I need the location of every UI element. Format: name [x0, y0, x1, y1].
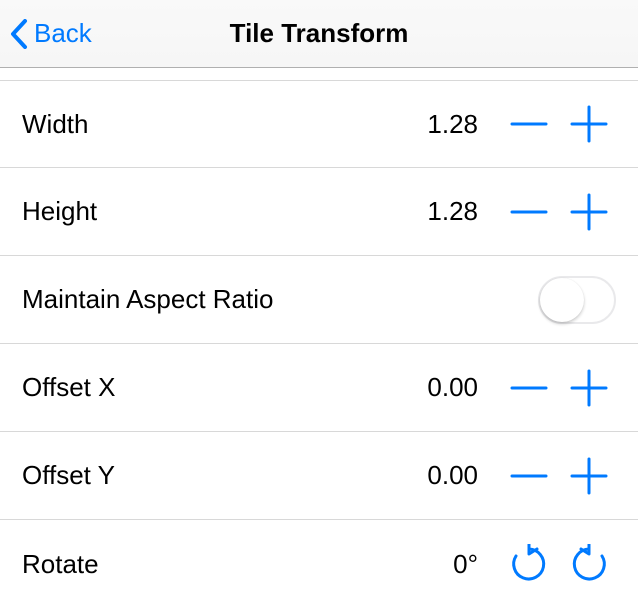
- minus-icon: [510, 193, 548, 231]
- row-offsetx: Offset X 0.00: [0, 344, 638, 432]
- width-value: 1.28: [422, 109, 478, 140]
- navbar: Back Tile Transform: [0, 0, 638, 68]
- offsety-increment-button[interactable]: [562, 449, 616, 503]
- row-height: Height 1.28: [0, 168, 638, 256]
- minus-icon: [510, 457, 548, 495]
- height-increment-button[interactable]: [562, 185, 616, 239]
- offsetx-label: Offset X: [22, 372, 422, 403]
- plus-icon: [570, 193, 608, 231]
- back-label: Back: [34, 18, 92, 49]
- rotate-label: Rotate: [22, 549, 422, 580]
- offsetx-decrement-button[interactable]: [502, 361, 556, 415]
- row-aspect-ratio: Maintain Aspect Ratio: [0, 256, 638, 344]
- height-value: 1.28: [422, 196, 478, 227]
- chevron-left-icon: [10, 19, 28, 49]
- offsety-decrement-button[interactable]: [502, 449, 556, 503]
- height-decrement-button[interactable]: [502, 185, 556, 239]
- rotate-cw-button[interactable]: [502, 537, 556, 591]
- minus-icon: [510, 105, 548, 143]
- page-title: Tile Transform: [230, 18, 409, 49]
- height-label: Height: [22, 196, 422, 227]
- offsety-value: 0.00: [422, 460, 478, 491]
- width-decrement-button[interactable]: [502, 97, 556, 151]
- minus-icon: [510, 369, 548, 407]
- offsetx-increment-button[interactable]: [562, 361, 616, 415]
- plus-icon: [570, 369, 608, 407]
- aspect-label: Maintain Aspect Ratio: [22, 284, 538, 315]
- rotate-cw-icon: [509, 544, 549, 584]
- row-width: Width 1.28: [0, 80, 638, 168]
- offsetx-value: 0.00: [422, 372, 478, 403]
- aspect-toggle[interactable]: [538, 276, 616, 324]
- width-increment-button[interactable]: [562, 97, 616, 151]
- rotate-ccw-icon: [569, 544, 609, 584]
- rotate-value: 0°: [422, 549, 478, 580]
- width-label: Width: [22, 109, 422, 140]
- back-button[interactable]: Back: [0, 18, 92, 49]
- plus-icon: [570, 457, 608, 495]
- settings-list: Width 1.28 Height 1.28: [0, 68, 638, 608]
- toggle-knob: [540, 278, 584, 322]
- plus-icon: [570, 105, 608, 143]
- row-offsety: Offset Y 0.00: [0, 432, 638, 520]
- rotate-ccw-button[interactable]: [562, 537, 616, 591]
- offsety-label: Offset Y: [22, 460, 422, 491]
- row-rotate: Rotate 0°: [0, 520, 638, 608]
